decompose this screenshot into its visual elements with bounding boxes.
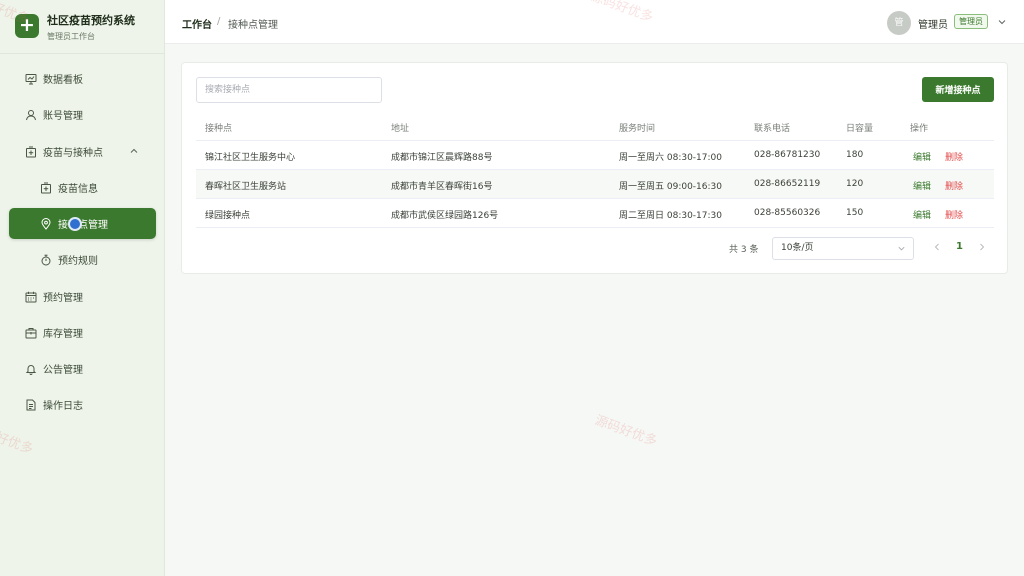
sidebar-item-accounts[interactable]: 账号管理 [9, 99, 156, 130]
watermark: 源码好优多 [592, 413, 659, 450]
edit-button[interactable]: 编辑 [913, 179, 931, 192]
page-size-select[interactable]: 10条/页 [772, 237, 914, 260]
sidebar-item-label: 公告管理 [43, 365, 83, 376]
sidebar-item-label: 疫苗与接种点 [43, 148, 103, 159]
site-hours: 周一至周六 08:30-17:00 [619, 153, 722, 163]
sidebar-item-announcements[interactable]: 公告管理 [9, 353, 156, 384]
chevron-up-icon [130, 148, 138, 153]
site-hours: 周一至周五 09:00-16:30 [619, 182, 722, 192]
site-name: 绿园接种点 [205, 211, 251, 221]
site-phone: 028-86781230 [754, 150, 821, 160]
sidebar-item-label: 操作日志 [43, 401, 83, 412]
site-phone: 028-86652119 [754, 179, 821, 189]
column-header: 服务时间 [619, 124, 656, 134]
app-title: 社区疫苗预约系统 [47, 14, 135, 27]
breadcrumb-separator: / [217, 16, 221, 27]
sidebar-item-label: 预约规则 [58, 256, 98, 267]
sidebar-item-label: 疫苗信息 [58, 184, 98, 195]
site-address: 成都市武侯区绿园路126号 [391, 211, 499, 221]
user-icon [24, 108, 37, 121]
document-icon [24, 398, 37, 411]
sidebar-item-vaccine-info[interactable]: 疫苗信息 [9, 172, 156, 203]
site-list-card: 新增接种点 接种点 地址 服务时间 联系电话 日容量 操作 锦江社区卫生服务中心… [181, 62, 1008, 274]
sidebar-item-label: 数据看板 [43, 75, 83, 86]
page-size-value: 10条/页 [781, 243, 814, 253]
sidebar-item-site-management[interactable]: 接种点管理 [9, 208, 156, 239]
sidebar-item-label: 库存管理 [43, 329, 83, 340]
location-pin-icon [39, 217, 52, 230]
user-name[interactable]: 管理员 [918, 16, 948, 31]
breadcrumb-home[interactable]: 工作台 [182, 16, 212, 31]
prev-page-icon[interactable] [932, 242, 942, 252]
stopwatch-icon [39, 253, 52, 266]
bell-icon [24, 362, 37, 375]
site-address: 成都市青羊区春晖街16号 [391, 182, 493, 192]
search-input[interactable] [196, 77, 382, 103]
column-header: 地址 [391, 124, 410, 134]
dashboard-icon [24, 72, 37, 85]
sidebar-item-vaccine-sites[interactable]: 疫苗与接种点 [9, 136, 156, 167]
inventory-icon [24, 326, 37, 339]
app-subtitle: 管理员工作台 [47, 32, 95, 41]
sidebar-item-label: 账号管理 [43, 111, 83, 122]
cursor-indicator [68, 217, 82, 231]
edit-button[interactable]: 编辑 [913, 208, 931, 221]
site-hours: 周二至周日 08:30-17:30 [619, 211, 722, 221]
chevron-down-icon [898, 246, 905, 251]
table-row: 春晖社区卫生服务站 成都市青羊区春晖街16号 周一至周五 09:00-16:30… [196, 170, 994, 199]
table-row: 绿园接种点 成都市武侯区绿园路126号 周二至周日 08:30-17:30 02… [196, 199, 994, 228]
calendar-icon [24, 290, 37, 303]
pagination-total: 共 3 条 [729, 245, 759, 255]
delete-button[interactable]: 删除 [945, 150, 963, 163]
site-address: 成都市锦江区晨辉路88号 [391, 153, 493, 163]
site-phone: 028-85560326 [754, 208, 821, 218]
breadcrumb-current: 接种点管理 [228, 20, 278, 31]
sidebar-item-inventory[interactable]: 库存管理 [9, 317, 156, 348]
add-site-button[interactable]: 新增接种点 [922, 77, 994, 102]
app-logo: + [15, 14, 39, 38]
sidebar-item-dashboard[interactable]: 数据看板 [9, 63, 156, 94]
site-name: 锦江社区卫生服务中心 [205, 153, 296, 163]
role-badge: 管理员 [954, 14, 988, 29]
vaccine-box-icon [39, 181, 52, 194]
chevron-down-icon[interactable] [997, 17, 1007, 27]
sidebar-item-booking-rules[interactable]: 预约规则 [9, 244, 156, 275]
table-row: 锦江社区卫生服务中心 成都市锦江区晨辉路88号 周一至周六 08:30-17:0… [196, 141, 994, 170]
delete-button[interactable]: 删除 [945, 179, 963, 192]
vaccine-box-icon [24, 145, 37, 158]
table-header: 接种点 地址 服务时间 联系电话 日容量 操作 [196, 113, 994, 141]
sidebar-item-label: 接种点管理 [58, 220, 108, 231]
site-name: 春晖社区卫生服务站 [205, 182, 287, 192]
column-header: 操作 [910, 124, 929, 134]
sidebar: + 社区疫苗预约系统 管理员工作台 数据看板 账号管理 疫苗与接种点 疫苗信息 … [0, 0, 165, 576]
sidebar-item-bookings[interactable]: 预约管理 [9, 281, 156, 312]
sidebar-item-label: 预约管理 [43, 293, 83, 304]
site-capacity: 120 [846, 179, 864, 189]
avatar[interactable]: 管 [887, 11, 911, 35]
page-number[interactable]: 1 [956, 241, 963, 252]
column-header: 日容量 [846, 124, 874, 134]
site-capacity: 150 [846, 208, 864, 218]
edit-button[interactable]: 编辑 [913, 150, 931, 163]
topbar: 工作台 / 接种点管理 管 管理员 管理员 [165, 0, 1024, 44]
sidebar-item-operation-log[interactable]: 操作日志 [9, 389, 156, 420]
next-page-icon[interactable] [977, 242, 987, 252]
column-header: 联系电话 [754, 124, 791, 134]
site-capacity: 180 [846, 150, 864, 160]
column-header: 接种点 [205, 124, 233, 134]
delete-button[interactable]: 删除 [945, 208, 963, 221]
brand: + 社区疫苗预约系统 管理员工作台 [0, 0, 165, 54]
